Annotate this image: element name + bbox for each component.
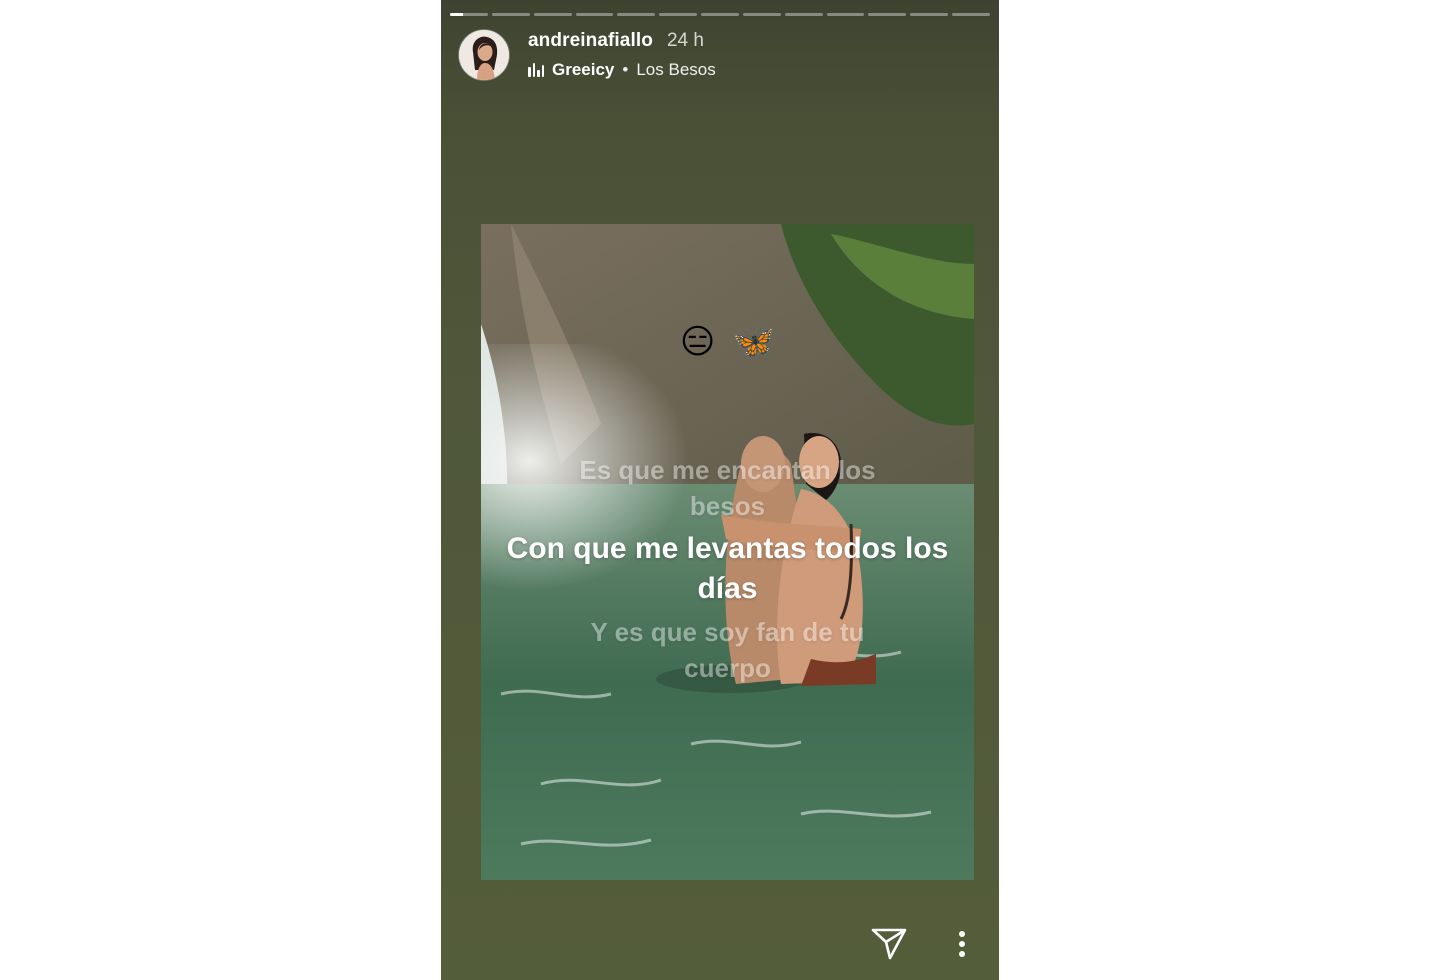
story-timestamp: 24 h [666, 30, 704, 51]
story-viewer[interactable]: andreinafiallo 24 h Greeicy • Los Besos [441, 0, 999, 980]
progress-segment [533, 13, 572, 16]
vertical-dots-icon [959, 931, 965, 957]
story-footer [441, 900, 999, 980]
lyric-previous: Es que me encantan los besos [579, 455, 876, 521]
progress-segment [491, 13, 530, 16]
lyric-next: Y es que soy fan de tu cuerpo [590, 617, 865, 683]
progress-segment-fill [450, 13, 464, 16]
music-artist: Greeicy [552, 60, 615, 79]
music-song: Los Besos [636, 60, 716, 79]
progress-segment [910, 13, 949, 16]
more-options-button[interactable] [949, 924, 975, 964]
progress-segment [617, 13, 656, 16]
avatar[interactable] [459, 30, 509, 80]
progress-segment [742, 13, 781, 16]
progress-segment [784, 13, 823, 16]
progress-segment [659, 13, 698, 16]
lyric-current: Con que me levantas todos los días [506, 532, 949, 605]
story-photo: 😑 🦋 Es que me encantan los besos Con que… [481, 224, 974, 880]
avatar-image [459, 30, 509, 80]
expressionless-face-emoji: 😑 [679, 323, 716, 361]
user-line: andreinafiallo 24 h [528, 30, 704, 54]
progress-segment [575, 13, 614, 16]
progress-segment [450, 13, 488, 16]
progress-segment [952, 13, 990, 16]
story-progress-bar [450, 13, 990, 16]
page: andreinafiallo 24 h Greeicy • Los Besos [0, 0, 1440, 980]
username[interactable]: andreinafiallo [528, 30, 653, 52]
progress-segment [701, 13, 739, 16]
music-sticker[interactable]: Greeicy • Los Besos [528, 59, 716, 81]
progress-segment [868, 13, 907, 16]
emoji-sticker: 😑 🦋 [481, 322, 974, 362]
progress-segment [826, 13, 865, 16]
story-header: andreinafiallo 24 h Greeicy • Los Besos [459, 30, 981, 80]
paper-plane-icon [871, 928, 907, 960]
music-separator: • [622, 60, 629, 79]
music-bars-icon [528, 63, 544, 77]
butterfly-emoji: 🦋 [732, 323, 776, 361]
send-button[interactable] [869, 924, 909, 964]
